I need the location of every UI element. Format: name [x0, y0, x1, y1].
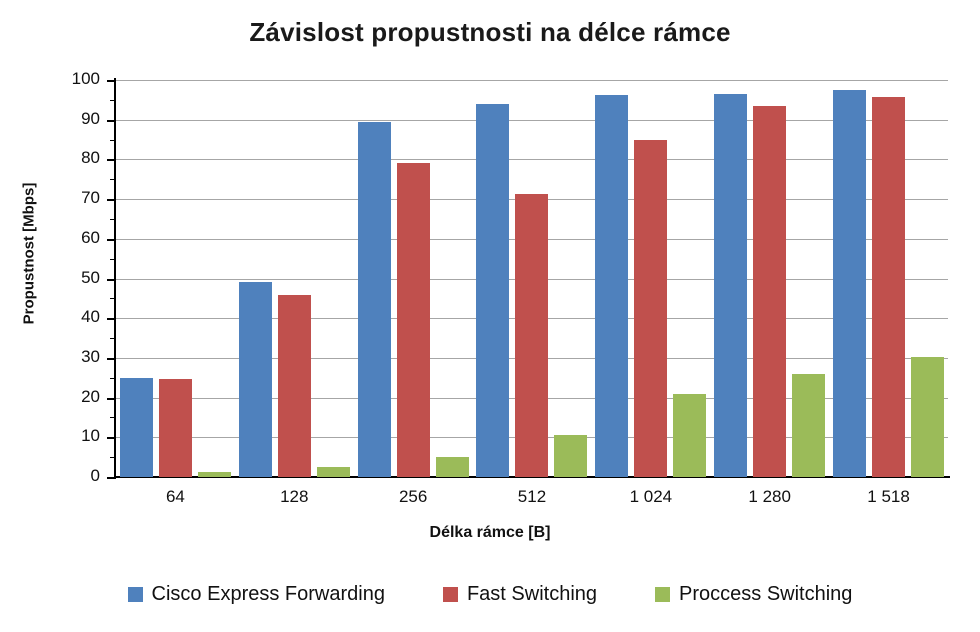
- y-axis-tick-label: 60: [81, 227, 100, 247]
- legend-swatch-icon: [442, 587, 458, 602]
- y-axis-tick-label: 0: [90, 466, 100, 485]
- y-axis-major-tick: [107, 159, 116, 162]
- bar[interactable]: [357, 122, 391, 477]
- bar[interactable]: [673, 394, 707, 477]
- y-axis-major-tick: [107, 397, 116, 400]
- bar-group: [235, 80, 354, 477]
- bar-group: [829, 80, 948, 477]
- y-axis-tick-label: 80: [81, 148, 100, 168]
- bar[interactable]: [119, 377, 153, 477]
- x-axis-tick-label: 512: [517, 487, 547, 506]
- x-axis-tick-labels: 64 128 256 512 1 024 1 280 1 518: [116, 487, 948, 517]
- chart-title: Závislost propustnosti na délce rámce: [249, 17, 731, 47]
- bar[interactable]: [753, 106, 787, 477]
- y-axis-major-tick: [107, 238, 116, 241]
- bar[interactable]: [396, 163, 430, 477]
- bar[interactable]: [833, 89, 867, 477]
- legend-swatch-icon: [127, 587, 143, 602]
- legend-swatch-icon: [655, 587, 671, 602]
- x-axis-tick-label: 1 518: [867, 487, 910, 506]
- bar[interactable]: [634, 139, 668, 477]
- bar[interactable]: [515, 193, 549, 477]
- y-axis-tick-label: 40: [81, 307, 100, 327]
- y-axis-major-tick: [107, 80, 116, 82]
- chart-legend: Cisco Express Forwarding Fast Switching Pr…: [0, 583, 980, 606]
- bar-group: [354, 80, 473, 477]
- bar[interactable]: [476, 103, 510, 477]
- bar[interactable]: [911, 357, 945, 477]
- legend-label: Cisco Express Forwarding: [151, 583, 385, 605]
- x-axis-tick-label: 1 024: [629, 487, 673, 506]
- y-axis-tick-label: 70: [81, 188, 100, 208]
- y-axis-tick-label: 90: [81, 108, 100, 128]
- bars-layer: [116, 80, 948, 477]
- y-axis-tick-label: 10: [81, 426, 100, 446]
- y-axis-major-tick: [107, 437, 116, 440]
- legend-item[interactable]: Fast Switching: [442, 583, 598, 606]
- bar[interactable]: [435, 457, 469, 477]
- bar[interactable]: [554, 435, 588, 477]
- y-axis-major-tick: [107, 318, 116, 321]
- bar[interactable]: [872, 97, 906, 477]
- bar[interactable]: [316, 467, 350, 477]
- x-axis-tick-label: 256: [398, 487, 428, 506]
- bar[interactable]: [277, 295, 311, 477]
- legend-item[interactable]: Cisco Express Forwarding: [127, 583, 385, 606]
- legend-label: Fast Switching: [466, 583, 598, 605]
- x-axis-title: Délka rámce [B]: [429, 524, 551, 541]
- y-axis-major-tick: [107, 278, 116, 281]
- y-axis-tick-label: 20: [81, 386, 100, 406]
- bar[interactable]: [197, 471, 231, 477]
- bar[interactable]: [792, 373, 826, 477]
- y-axis-title: Propustnost [Mbps]: [20, 182, 38, 325]
- bar-group: [116, 80, 235, 477]
- bar-group: [710, 80, 829, 477]
- x-axis-tick-label: 1 280: [748, 487, 791, 506]
- bar-group: [591, 80, 710, 477]
- legend-item[interactable]: Proccess Switching: [655, 583, 852, 606]
- y-axis-major-tick: [107, 119, 116, 122]
- bar[interactable]: [714, 93, 748, 477]
- bar[interactable]: [238, 282, 272, 477]
- bar[interactable]: [595, 94, 629, 477]
- bar-chart: Závislost propustnosti na délce rámce Pr…: [0, 0, 980, 632]
- y-axis-tick-label: 50: [81, 267, 100, 287]
- x-axis-tick-label: 128: [280, 487, 309, 506]
- y-axis-tick-label: 30: [81, 346, 100, 366]
- x-axis-tick-label: 64: [165, 487, 185, 506]
- bar-group: [473, 80, 592, 477]
- y-axis-major-tick: [107, 199, 116, 202]
- y-axis-tick-label: 100: [71, 69, 100, 88]
- bar[interactable]: [158, 378, 192, 477]
- y-axis-major-tick: [107, 357, 116, 360]
- y-axis-major-tick: [107, 477, 116, 479]
- legend-label: Proccess Switching: [679, 583, 853, 605]
